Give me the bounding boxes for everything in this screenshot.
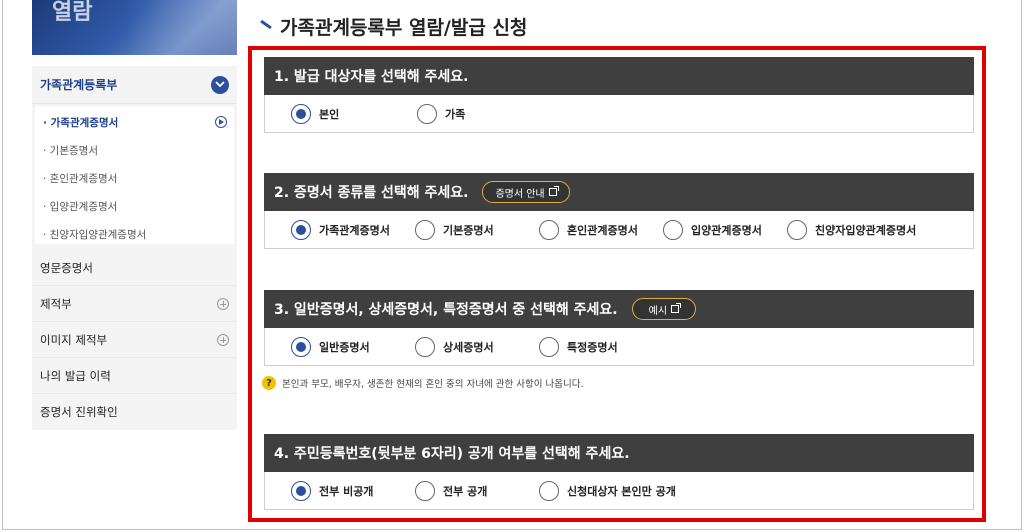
- chevron-down-icon: [211, 75, 229, 94]
- sidebar-item-english-cert[interactable]: 영문증명서: [32, 250, 237, 286]
- question-icon: ?: [262, 376, 276, 390]
- radio-icon[interactable]: [415, 336, 435, 357]
- sidebar-item-removed-register[interactable]: 제적부: [32, 286, 237, 322]
- radio-option-applicant-only[interactable]: 신청대상자 본인만 공개: [539, 480, 676, 501]
- radio-selected-icon[interactable]: [291, 336, 311, 357]
- external-link-icon: [671, 303, 682, 313]
- external-link-icon: [548, 186, 559, 196]
- info-note: ? 본인과 부모, 배우자, 생존한 현재의 혼인 중의 자녀에 관한 사항이 …: [262, 376, 583, 390]
- section-options: 본인 가족: [264, 95, 974, 133]
- sidebar-item-image-removed-register[interactable]: 이미지 제적부: [32, 322, 237, 358]
- section-cert-type: 2. 증명서 종류를 선택해 주세요. 증명서 안내 가족관계증명서 기본증명서…: [264, 173, 974, 249]
- radio-icon[interactable]: [539, 336, 559, 357]
- plus-icon: [217, 333, 229, 346]
- section-options: 전부 비공개 전부 공개 신청대상자 본인만 공개: [264, 472, 974, 510]
- sidebar-subitem-adoption-cert[interactable]: · 입양관계증명서: [35, 192, 234, 220]
- section-header: 3. 일반증명서, 상세증명서, 특정증명서 중 선택해 주세요. 예시: [264, 290, 974, 328]
- radio-option-adoption-cert[interactable]: 입양관계증명서: [663, 219, 787, 240]
- radio-icon[interactable]: [415, 480, 435, 501]
- radio-option-basic-cert[interactable]: 기본증명서: [415, 219, 539, 240]
- section-header: 2. 증명서 종류를 선택해 주세요. 증명서 안내: [264, 173, 974, 211]
- radio-icon[interactable]: [539, 219, 559, 240]
- sidebar-header-label: 가족관계등록부: [40, 78, 118, 92]
- section-options: 가족관계증명서 기본증명서 혼인관계증명서 입양관계증명서 친양자입양관계증명서: [264, 211, 974, 249]
- section-options: 일반증명서 상세증명서 특정증명서: [264, 328, 974, 366]
- cert-guide-button[interactable]: 증명서 안내: [482, 181, 570, 203]
- sidebar-banner-image: 열람: [32, 0, 237, 55]
- radio-option-full-adoption-cert[interactable]: 친양자입양관계증명서: [787, 219, 916, 240]
- banner-text: 열람: [52, 0, 93, 25]
- radio-option-family-relation-cert[interactable]: 가족관계증명서: [291, 219, 415, 240]
- radio-selected-icon[interactable]: [291, 219, 311, 240]
- radio-option-specific-cert[interactable]: 특정증명서: [539, 336, 618, 357]
- radio-icon[interactable]: [787, 219, 807, 240]
- example-button[interactable]: 예시: [631, 298, 697, 320]
- radio-selected-icon[interactable]: [291, 480, 311, 501]
- radio-icon[interactable]: [417, 103, 437, 124]
- sidebar-item-cert-verification[interactable]: 증명서 진위확인: [32, 394, 237, 430]
- radio-icon[interactable]: [663, 219, 683, 240]
- radio-icon[interactable]: [539, 480, 559, 501]
- radio-option-detailed-cert[interactable]: 상세증명서: [415, 336, 539, 357]
- page-title: 가족관계등록부 열람/발급 신청: [258, 8, 527, 44]
- radio-option-general-cert[interactable]: 일반증명서: [291, 336, 415, 357]
- sidebar-item-my-issue-history[interactable]: 나의 발급 이력: [32, 358, 237, 394]
- radio-option-self[interactable]: 본인: [291, 103, 417, 124]
- title-mark-icon: [258, 19, 272, 33]
- sidebar-subitem-family-relation-cert[interactable]: · 가족관계증명서: [35, 108, 234, 136]
- radio-option-marriage-cert[interactable]: 혼인관계증명서: [539, 219, 663, 240]
- sidebar-item-family-register[interactable]: 가족관계등록부: [32, 66, 237, 104]
- plus-icon: [217, 297, 229, 310]
- section-header: 1. 발급 대상자를 선택해 주세요.: [264, 57, 974, 95]
- section-cert-detail-level: 3. 일반증명서, 상세증명서, 특정증명서 중 선택해 주세요. 예시 일반증…: [264, 290, 974, 366]
- radio-selected-icon[interactable]: [291, 103, 311, 124]
- sidebar: 가족관계등록부 · 가족관계증명서 · 기본증명서 · 혼인관계증명서 · 입양…: [32, 66, 237, 430]
- section-resident-number-disclosure: 4. 주민등록번호(뒷부분 6자리) 공개 여부를 선택해 주세요. 전부 비공…: [264, 434, 974, 510]
- radio-icon[interactable]: [415, 219, 435, 240]
- sidebar-submenu: · 가족관계증명서 · 기본증명서 · 혼인관계증명서 · 입양관계증명서 · …: [35, 106, 234, 244]
- radio-option-all-public[interactable]: 전부 공개: [415, 480, 539, 501]
- section-header: 4. 주민등록번호(뒷부분 6자리) 공개 여부를 선택해 주세요.: [264, 434, 974, 472]
- radio-option-all-private[interactable]: 전부 비공개: [291, 480, 415, 501]
- chevron-right-icon: [215, 116, 227, 128]
- section-target-person: 1. 발급 대상자를 선택해 주세요. 본인 가족: [264, 57, 974, 133]
- radio-option-family[interactable]: 가족: [417, 103, 465, 124]
- page-title-text: 가족관계등록부 열람/발급 신청: [280, 16, 528, 39]
- sidebar-subitem-marriage-cert[interactable]: · 혼인관계증명서: [35, 164, 234, 192]
- sidebar-subitem-basic-cert[interactable]: · 기본증명서: [35, 136, 234, 164]
